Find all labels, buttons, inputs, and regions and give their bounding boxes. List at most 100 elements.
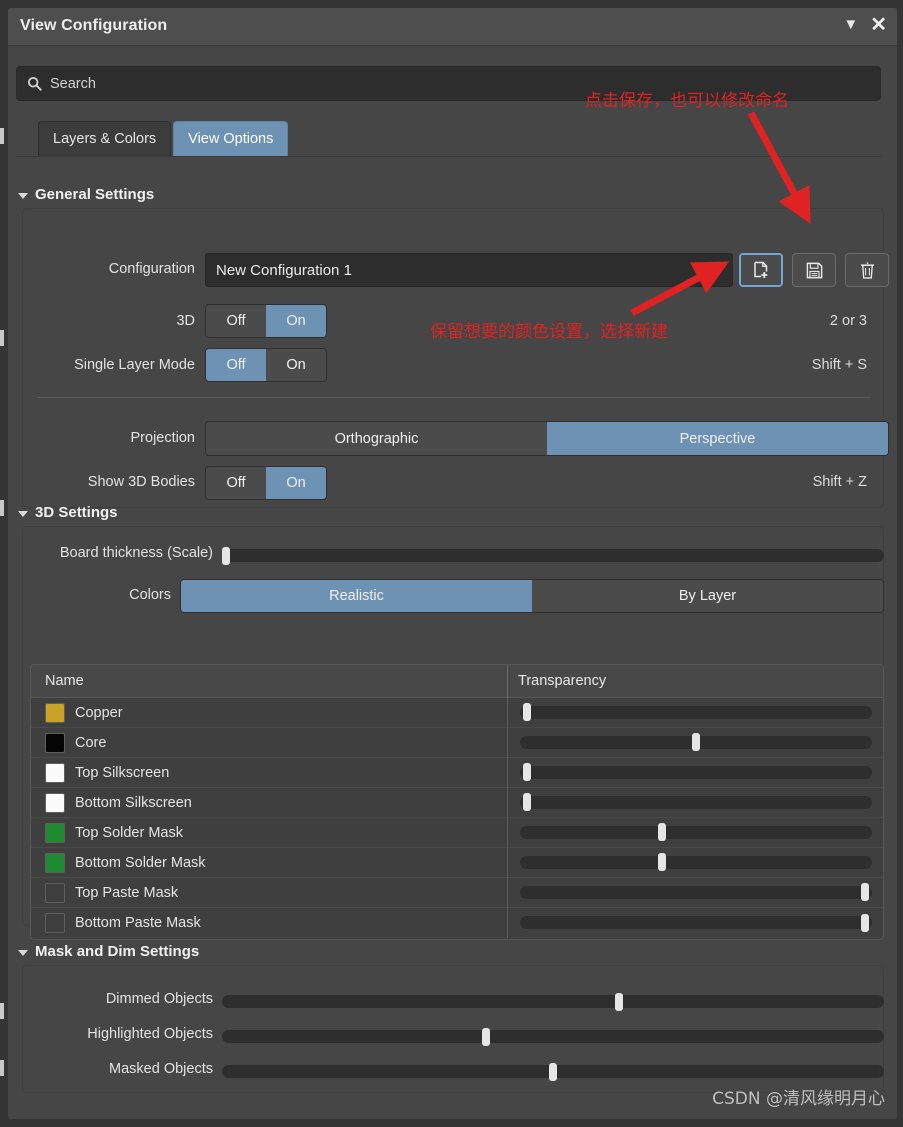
transparency-slider[interactable] <box>520 913 872 932</box>
color-swatch[interactable] <box>45 913 65 933</box>
slider-knob[interactable] <box>222 546 230 565</box>
colors-toggle[interactable]: Realistic By Layer <box>180 579 884 613</box>
title-bar: View Configuration ▼ ✕ <box>8 8 897 46</box>
three-d-on-option[interactable]: On <box>266 305 326 337</box>
table-row: Bottom Paste Mask <box>31 908 883 938</box>
table-header: Name Transparency <box>31 665 883 698</box>
color-swatch[interactable] <box>45 702 65 723</box>
edge-marker <box>0 128 4 144</box>
table-row: Bottom Silkscreen <box>31 787 883 818</box>
masked-objects-label: Masked Objects <box>109 1061 213 1077</box>
slider-knob[interactable] <box>658 823 666 841</box>
table-row: Top Solder Mask <box>31 817 883 848</box>
layer-name-cell: Core <box>31 732 507 753</box>
color-swatch[interactable] <box>45 762 65 783</box>
table-row: Top Silkscreen <box>31 757 883 788</box>
layers-transparency-table: Name Transparency Copper Core Top Silkscre… <box>30 664 884 940</box>
configuration-dropdown[interactable]: New Configuration 1 <box>205 253 733 287</box>
tab-layers-and-colors[interactable]: Layers & Colors <box>38 121 172 156</box>
transparency-cell <box>507 847 883 878</box>
table-row: Copper <box>31 697 883 728</box>
close-icon[interactable]: ✕ <box>870 15 887 35</box>
color-swatch[interactable] <box>45 792 65 813</box>
transparency-cell <box>507 787 883 818</box>
layer-name-cell: Top Silkscreen <box>31 762 507 783</box>
colors-realistic-option[interactable]: Realistic <box>181 580 532 612</box>
transparency-slider[interactable] <box>520 793 872 811</box>
colors-by-layer-option[interactable]: By Layer <box>532 580 883 612</box>
layer-name-label: Copper <box>75 704 123 721</box>
highlighted-objects-slider[interactable] <box>222 1027 884 1046</box>
slider-knob[interactable] <box>615 992 623 1011</box>
projection-toggle[interactable]: Orthographic Perspective <box>205 421 889 456</box>
delete-configuration-button[interactable] <box>845 253 889 287</box>
three-d-toggle[interactable]: Off On <box>205 304 327 338</box>
slider-knob[interactable] <box>692 733 700 751</box>
board-thickness-slider[interactable] <box>222 546 884 565</box>
edge-marker <box>0 330 4 346</box>
slider-knob[interactable] <box>861 883 869 901</box>
three-d-off-option[interactable]: Off <box>206 305 266 337</box>
search-placeholder: Search <box>50 75 96 92</box>
section-title: General Settings <box>35 186 155 203</box>
dimmed-objects-label: Dimmed Objects <box>105 991 213 1007</box>
dimmed-objects-slider[interactable] <box>222 992 884 1011</box>
tab-view-options[interactable]: View Options <box>173 121 289 156</box>
show-3d-bodies-on-option[interactable]: On <box>266 467 326 499</box>
chevron-down-icon[interactable]: ▼ <box>843 17 858 32</box>
view-configuration-panel: View Configuration ▼ ✕ Search Layers & C… <box>8 8 897 1119</box>
layer-name-cell: Top Solder Mask <box>31 822 507 843</box>
table-row: Top Paste Mask <box>31 877 883 908</box>
search-icon <box>27 76 42 91</box>
new-page-plus-icon <box>754 261 768 278</box>
new-configuration-button[interactable] <box>739 253 783 287</box>
single-layer-mode-toggle[interactable]: Off On <box>205 348 327 382</box>
transparency-cell <box>507 877 883 908</box>
tab-divider <box>16 156 881 157</box>
tab-label: Layers & Colors <box>53 131 157 147</box>
tab-label: View Options <box>188 131 274 147</box>
collapse-triangle-icon <box>18 192 28 199</box>
color-swatch[interactable] <box>45 732 65 753</box>
section-header-general-settings[interactable]: General Settings <box>18 186 154 203</box>
board-thickness-label: Board thickness (Scale) <box>59 545 213 561</box>
collapse-triangle-icon <box>18 510 28 517</box>
transparency-slider[interactable] <box>520 853 872 871</box>
masked-objects-slider[interactable] <box>222 1062 884 1081</box>
color-swatch[interactable] <box>45 822 65 843</box>
transparency-slider[interactable] <box>520 883 872 901</box>
page-title: View Configuration <box>20 17 168 34</box>
slider-knob[interactable] <box>523 703 531 721</box>
transparency-slider[interactable] <box>520 733 872 751</box>
transparency-slider[interactable] <box>520 823 872 841</box>
slider-knob[interactable] <box>482 1027 490 1046</box>
layer-name-label: Top Solder Mask <box>75 824 183 841</box>
floppy-disk-save-icon <box>806 262 822 278</box>
single-layer-mode-shortcut: Shift + S <box>811 357 867 373</box>
slider-knob[interactable] <box>523 763 531 781</box>
slider-knob[interactable] <box>549 1062 557 1081</box>
slider-knob[interactable] <box>523 793 531 811</box>
slider-knob[interactable] <box>658 853 666 871</box>
layer-name-label: Top Paste Mask <box>75 884 179 901</box>
general-settings-group: Configuration New Configuration 1 3D Off… <box>22 208 889 508</box>
show-3d-bodies-off-option[interactable]: Off <box>206 467 266 499</box>
single-layer-mode-off-option[interactable]: Off <box>206 349 266 381</box>
projection-perspective-option[interactable]: Perspective <box>547 422 888 455</box>
save-configuration-button[interactable] <box>792 253 836 287</box>
layer-name-cell: Bottom Paste Mask <box>31 913 507 933</box>
single-layer-mode-on-option[interactable]: On <box>266 349 326 381</box>
slider-knob[interactable] <box>861 913 869 932</box>
transparency-slider[interactable] <box>520 703 872 721</box>
color-swatch[interactable] <box>45 882 65 903</box>
column-header-name: Name <box>45 673 84 689</box>
edge-marker <box>0 1060 4 1076</box>
projection-orthographic-option[interactable]: Orthographic <box>206 422 547 455</box>
section-header-mask-dim-settings[interactable]: Mask and Dim Settings <box>18 943 199 960</box>
layer-name-label: Core <box>75 734 107 751</box>
show-3d-bodies-toggle[interactable]: Off On <box>205 466 327 500</box>
transparency-slider[interactable] <box>520 763 872 781</box>
layer-name-label: Bottom Silkscreen <box>75 794 192 811</box>
color-swatch[interactable] <box>45 852 65 873</box>
section-header-3d-settings[interactable]: 3D Settings <box>18 504 118 521</box>
